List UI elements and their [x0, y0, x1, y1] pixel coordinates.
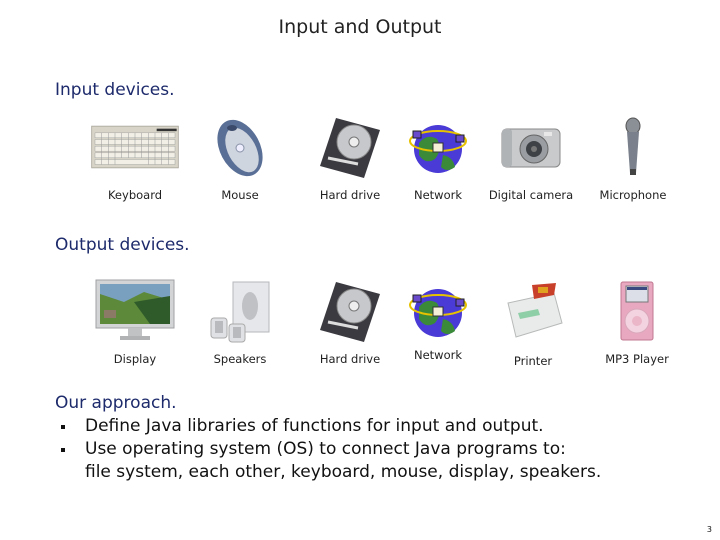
- device-digital-camera: Digital camera: [476, 112, 586, 202]
- output-devices-heading: Output devices.: [55, 235, 190, 255]
- microphone-icon: [588, 112, 678, 182]
- bullet-text: Define Java libraries of functions for i…: [85, 416, 544, 436]
- bullet-item: Define Java libraries of functions for i…: [55, 415, 601, 438]
- camera-icon: [486, 112, 576, 182]
- device-label: Digital camera: [488, 188, 574, 202]
- mp3-player-icon: [592, 276, 682, 346]
- network-globe-icon: [393, 112, 483, 182]
- input-devices-heading: Input devices.: [55, 80, 175, 100]
- approach-block: Our approach. Define Java libraries of f…: [55, 392, 601, 484]
- device-label: Display: [113, 352, 157, 366]
- printer-icon: [488, 276, 578, 346]
- device-mouse: Mouse: [185, 112, 295, 202]
- approach-heading: Our approach.: [55, 393, 177, 413]
- device-network: Network: [383, 276, 493, 362]
- device-label: MP3 Player: [605, 352, 669, 366]
- display-icon: [90, 276, 180, 346]
- device-label: Keyboard: [107, 188, 163, 202]
- keyboard-icon: [90, 112, 180, 182]
- device-printer: Printer: [478, 276, 588, 368]
- device-display: Display: [80, 276, 190, 366]
- hard-drive-icon: [305, 276, 395, 346]
- slide-title: Input and Output: [278, 16, 442, 38]
- device-speakers: Speakers: [185, 276, 295, 366]
- device-keyboard: Keyboard: [80, 112, 190, 202]
- device-label: Printer: [513, 354, 553, 368]
- bullet-continuation: file system, each other, keyboard, mouse…: [55, 461, 601, 484]
- bullet-marker: [61, 448, 65, 452]
- device-mp3-player: MP3 Player: [582, 276, 692, 366]
- device-label: Mouse: [221, 188, 259, 202]
- bullet-item: Use operating system (OS) to connect Jav…: [55, 438, 601, 461]
- speakers-icon: [195, 276, 285, 346]
- device-microphone: Microphone: [578, 112, 688, 202]
- network-globe-icon: [393, 276, 483, 346]
- device-label: Microphone: [599, 188, 667, 202]
- bullet-continuation-text: file system, each other, keyboard, mouse…: [85, 462, 602, 482]
- device-label: Network: [413, 348, 463, 362]
- hard-drive-icon: [305, 112, 395, 182]
- bullet-marker: [61, 425, 65, 429]
- device-label: Speakers: [213, 352, 267, 366]
- mouse-icon: [195, 112, 285, 182]
- bullet-text: Use operating system (OS) to connect Jav…: [85, 439, 566, 459]
- page-number: 3: [706, 525, 712, 534]
